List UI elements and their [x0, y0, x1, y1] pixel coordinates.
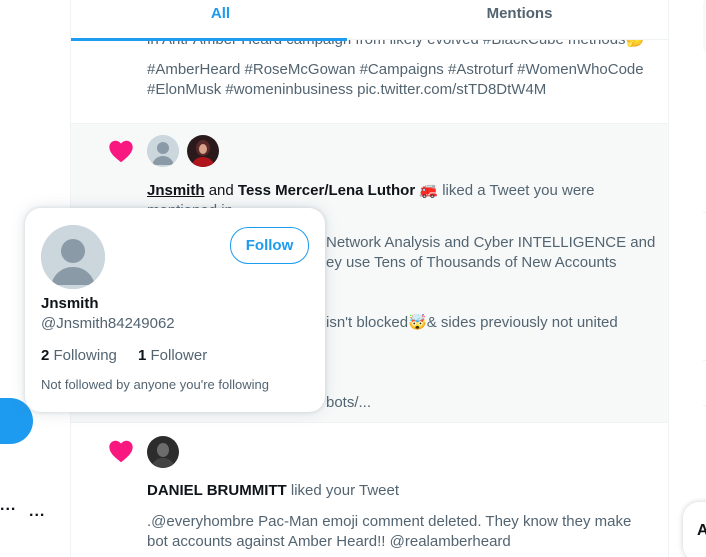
hover-card-handle[interactable]: @Jnsmith84249062: [41, 315, 175, 332]
user-link-daniel-brummitt[interactable]: DANIEL BRUMMITT: [147, 482, 287, 499]
followers-count: 1: [138, 347, 147, 364]
avatar-jnsmith[interactable]: [147, 135, 179, 167]
user-hover-card: Follow Jnsmith @Jnsmith84249062 2 Follow…: [25, 208, 325, 412]
tweet-hashtags: #AmberHeard #RoseMcGowan #Campaigns #Ast…: [147, 60, 657, 100]
followers-count-link[interactable]: 1 Follower: [138, 347, 207, 364]
user-link-jnsmith[interactable]: Jnsmith: [147, 182, 205, 199]
following-label: Following: [53, 347, 117, 364]
profile-photo-icon: [187, 135, 219, 167]
user-link-tess-mercer[interactable]: Tess Mercer/Lena Luthor 🚒: [238, 182, 438, 199]
notification-summary: Jnsmith and Tess Mercer/Lena Luthor 🚒 li…: [147, 181, 595, 201]
avatar-daniel-brummitt[interactable]: [147, 436, 179, 468]
tab-mentions[interactable]: Mentions: [370, 0, 668, 40]
follow-button[interactable]: Follow: [230, 227, 309, 264]
hashtags-line-1[interactable]: #AmberHeard #RoseMcGowan #Campaigns #Ast…: [147, 60, 657, 80]
notification-item-like-2[interactable]: DANIEL BRUMMITT liked your Tweet .@every…: [71, 424, 668, 557]
messages-drawer-label: A: [697, 522, 706, 539]
followed-by-note: Not followed by anyone you're following: [41, 377, 269, 392]
tab-all-label: All: [210, 5, 231, 22]
heart-icon: [109, 140, 133, 163]
tweet-body-line-2: bot accounts against Amber Heard!! @real…: [147, 533, 511, 550]
notifications-tabs: All Mentions: [71, 0, 668, 41]
messages-drawer[interactable]: A: [683, 502, 706, 557]
notification-summary: DANIEL BRUMMITT liked your Tweet: [147, 481, 399, 501]
right-sidebar: A: [669, 0, 706, 557]
tweet-body-line-3: isn't blocked🤯& sides previously not uni…: [326, 314, 618, 331]
tweet-body-line-4[interactable]: bots/...: [326, 393, 371, 413]
following-count: 2: [41, 347, 50, 364]
conjunction-text: and: [208, 182, 234, 199]
following-count-link[interactable]: 2 Following: [41, 347, 117, 364]
hover-card-avatar[interactable]: [41, 225, 105, 289]
hover-card-name[interactable]: Jnsmith: [41, 295, 99, 312]
followers-label: Follower: [150, 347, 208, 364]
active-tab-indicator: [71, 38, 347, 41]
account-more-icon[interactable]: ...: [0, 497, 16, 515]
default-avatar-icon: [41, 225, 105, 289]
tweet-body-line-1: .@everyhombre Pac-Man emoji comment dele…: [147, 513, 632, 530]
hashtags-line-2[interactable]: #ElonMusk #womeninbusiness pic.twitter.c…: [147, 80, 657, 100]
action-text: liked your Tweet: [290, 482, 400, 499]
avatar-tess-mercer[interactable]: [187, 135, 219, 167]
heart-icon: [109, 440, 133, 463]
tab-all[interactable]: All: [71, 0, 370, 41]
more-options-icon[interactable]: ...: [29, 503, 45, 521]
tweet-body-line-2: ey use Tens of Thousands of New Accounts: [326, 254, 617, 271]
action-text: liked a Tweet you were: [442, 182, 595, 199]
tab-mentions-label: Mentions: [486, 5, 553, 22]
profile-photo-icon: [147, 436, 179, 468]
tweet-body-line-1: Network Analysis and Cyber INTELLIGENCE …: [326, 234, 656, 251]
default-avatar-icon: [147, 135, 179, 167]
